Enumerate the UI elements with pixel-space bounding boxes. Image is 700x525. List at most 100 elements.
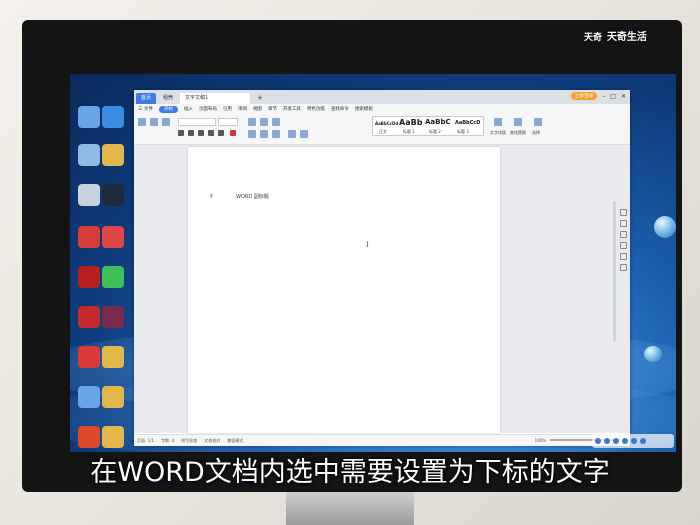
document-text[interactable]: WORD 副标题 [236, 193, 269, 200]
find-replace-icon[interactable] [514, 118, 522, 126]
number-list-icon[interactable] [260, 118, 268, 126]
align-right-icon[interactable] [272, 130, 280, 138]
app-icon[interactable] [78, 386, 100, 408]
app-icon[interactable] [78, 306, 100, 328]
ribbon-right-group: 文字排版 查找替换 选择 [490, 116, 550, 142]
minimize-icon[interactable]: – [602, 93, 605, 100]
menu-review[interactable]: 审阅 [238, 106, 247, 112]
brand-watermark: 天奇 天奇生活 [584, 28, 647, 44]
menu-file[interactable]: 三 文件 [138, 106, 153, 112]
italic-icon[interactable] [188, 130, 194, 136]
title-bar: 首页 稻壳 文字文稿1 + 立即登录 – □ ✕ [134, 90, 630, 104]
side-tool-icon[interactable] [619, 253, 627, 260]
style-heading3[interactable]: AaBbCcD [455, 120, 480, 126]
tray-icon[interactable] [604, 438, 610, 444]
text-layout-icon[interactable] [494, 118, 502, 126]
tab-document[interactable]: 文字文稿1 [180, 93, 251, 104]
style-heading2[interactable]: AaBbC [425, 118, 451, 126]
tray-icon[interactable] [613, 438, 619, 444]
network-icon[interactable] [78, 144, 100, 166]
style-heading1[interactable]: AaBb [399, 118, 422, 127]
side-tool-icon[interactable] [619, 209, 627, 216]
underline-icon[interactable] [198, 130, 204, 136]
vertical-scrollbar[interactable] [613, 201, 616, 341]
status-proof[interactable]: 文档校对 [204, 438, 220, 444]
paste-icon[interactable] [138, 118, 146, 126]
desktop-screen: 首页 稻壳 文字文稿1 + 立即登录 – □ ✕ 三 文件 开始 插入 页面布局… [70, 74, 676, 452]
computer-icon[interactable] [78, 106, 100, 128]
tray-icon[interactable] [595, 438, 601, 444]
tray-icon[interactable] [640, 438, 646, 444]
wechat-icon[interactable] [102, 266, 124, 288]
folder-icon[interactable] [102, 144, 124, 166]
menu-developer[interactable]: 开发工具 [283, 106, 301, 112]
align-center-icon[interactable] [260, 130, 268, 138]
select-icon[interactable] [534, 118, 542, 126]
recycle-bin-icon[interactable] [78, 184, 100, 206]
menu-section[interactable]: 章节 [268, 106, 277, 112]
status-spell[interactable]: 拼写检查 [181, 438, 197, 444]
ribbon-label: 查找替换 [510, 130, 526, 135]
bullet-list-icon[interactable] [248, 118, 256, 126]
login-button[interactable]: 立即登录 [571, 92, 598, 100]
folder-icon[interactable] [102, 346, 124, 368]
close-icon[interactable]: ✕ [621, 93, 626, 100]
tab-docer[interactable]: 稻壳 [158, 93, 178, 104]
menu-references[interactable]: 引用 [223, 106, 232, 112]
app-icon[interactable] [78, 346, 100, 368]
ribbon-font-group [138, 116, 338, 142]
tray-icon[interactable] [631, 438, 637, 444]
tab-home[interactable]: 首页 [136, 93, 157, 104]
side-tool-icon[interactable] [619, 231, 627, 238]
tray-icon[interactable] [622, 438, 628, 444]
menu-insert[interactable]: 插入 [184, 106, 193, 112]
menu-view[interactable]: 视图 [253, 106, 262, 112]
font-size-select[interactable] [218, 118, 238, 126]
style-gallery: AaBbCcDd AaBb AaBbC AaBbCcD 正文 标题 1 标题 2… [372, 116, 484, 136]
menu-find-command[interactable]: 查找命令 [331, 106, 349, 112]
side-tool-icon[interactable] [619, 264, 627, 271]
qq-icon[interactable] [102, 184, 124, 206]
line-spacing-icon[interactable] [288, 130, 296, 138]
side-tool-icon[interactable] [619, 242, 627, 249]
side-tool-icon[interactable] [619, 220, 627, 227]
app-icon[interactable] [78, 226, 100, 248]
watermark-top: 天奇 [584, 33, 603, 43]
paragraph-icon: ▮ [210, 193, 213, 199]
menu-layout[interactable]: 页面布局 [199, 106, 217, 112]
subscript-icon[interactable] [208, 130, 214, 136]
format-painter-icon[interactable] [162, 118, 170, 126]
menu-features[interactable]: 特色功能 [307, 106, 325, 112]
app-icon[interactable] [78, 266, 100, 288]
wps-writer-window: 首页 稻壳 文字文稿1 + 立即登录 – □ ✕ 三 文件 开始 插入 页面布局… [134, 90, 630, 446]
style-label: 正文 [379, 129, 387, 134]
cut-icon[interactable] [150, 118, 158, 126]
video-subtitle: 在WORD文档内选中需要设置为下标的文字 [90, 457, 610, 488]
superscript-icon[interactable] [218, 130, 224, 136]
folder-icon[interactable] [102, 386, 124, 408]
bold-icon[interactable] [178, 130, 184, 136]
new-tab-button[interactable]: + [252, 93, 268, 104]
font-name-select[interactable] [178, 118, 216, 126]
align-left-icon[interactable] [248, 130, 256, 138]
maximize-icon[interactable]: □ [610, 93, 616, 100]
shading-icon[interactable] [300, 130, 308, 138]
app-icon[interactable] [102, 106, 124, 128]
zoom-level: 100% [534, 438, 546, 443]
water-drop [654, 216, 676, 238]
status-words: 字数: 4 [161, 437, 175, 443]
watermark-main: 天奇生活 [606, 32, 647, 43]
font-color-icon[interactable] [230, 130, 236, 136]
menu-search-template[interactable]: 搜索模板 [355, 106, 373, 112]
monitor-stand [286, 492, 414, 525]
style-normal[interactable]: AaBbCcDd [375, 121, 398, 126]
style-label: 标题 1 [403, 129, 415, 134]
app-icon[interactable] [78, 426, 100, 448]
app-icon[interactable] [102, 306, 124, 328]
water-drop [644, 346, 662, 362]
app-icon[interactable] [102, 226, 124, 248]
folder-icon[interactable] [102, 426, 124, 448]
document-page[interactable]: ▮ WORD 副标题 [188, 147, 500, 433]
indent-icon[interactable] [272, 118, 280, 126]
menu-start[interactable]: 开始 [158, 105, 178, 113]
